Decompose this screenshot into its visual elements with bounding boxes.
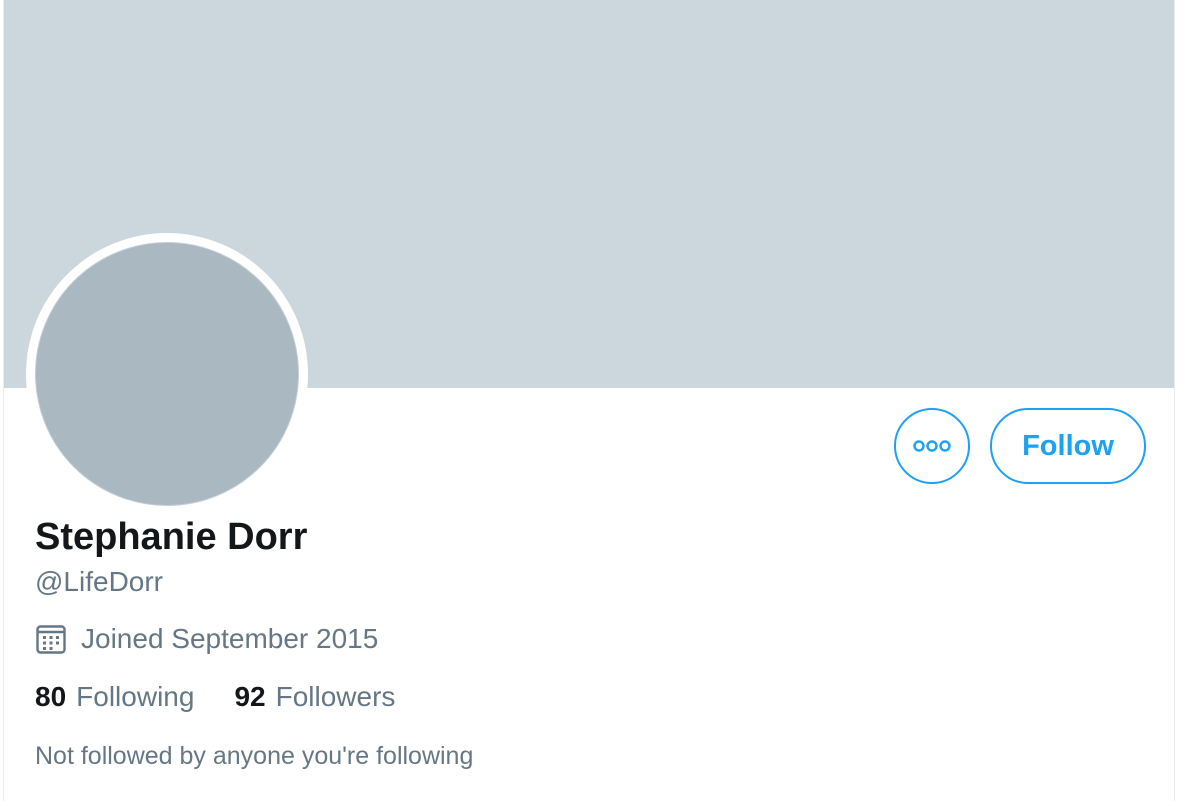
- followed-by-note: Not followed by anyone you're following: [35, 742, 474, 770]
- following-label: Following: [76, 681, 195, 712]
- display-name: Stephanie Dorr: [35, 516, 308, 558]
- follow-stats: 80 Following 92 Followers: [35, 681, 395, 713]
- followers-count: 92: [234, 681, 266, 712]
- following-count: 80: [35, 681, 67, 712]
- calendar-icon: [36, 625, 66, 654]
- profile-handle: @LifeDorr: [35, 566, 164, 597]
- more-dots-icon: [913, 440, 951, 452]
- follow-button[interactable]: Follow: [990, 408, 1146, 484]
- avatar[interactable]: [35, 242, 299, 506]
- joined-date: Joined September 2015: [81, 623, 379, 654]
- joined-date-row: Joined September 2015: [35, 623, 378, 655]
- followers-stat-link[interactable]: 92 Followers: [234, 681, 395, 713]
- more-options-button[interactable]: [894, 408, 970, 484]
- following-stat-link[interactable]: 80 Following: [35, 681, 194, 713]
- followers-label: Followers: [275, 681, 396, 712]
- profile-card: Follow Stephanie Dorr @LifeDorr Joined S…: [3, 0, 1175, 801]
- avatar-ring: [26, 233, 308, 515]
